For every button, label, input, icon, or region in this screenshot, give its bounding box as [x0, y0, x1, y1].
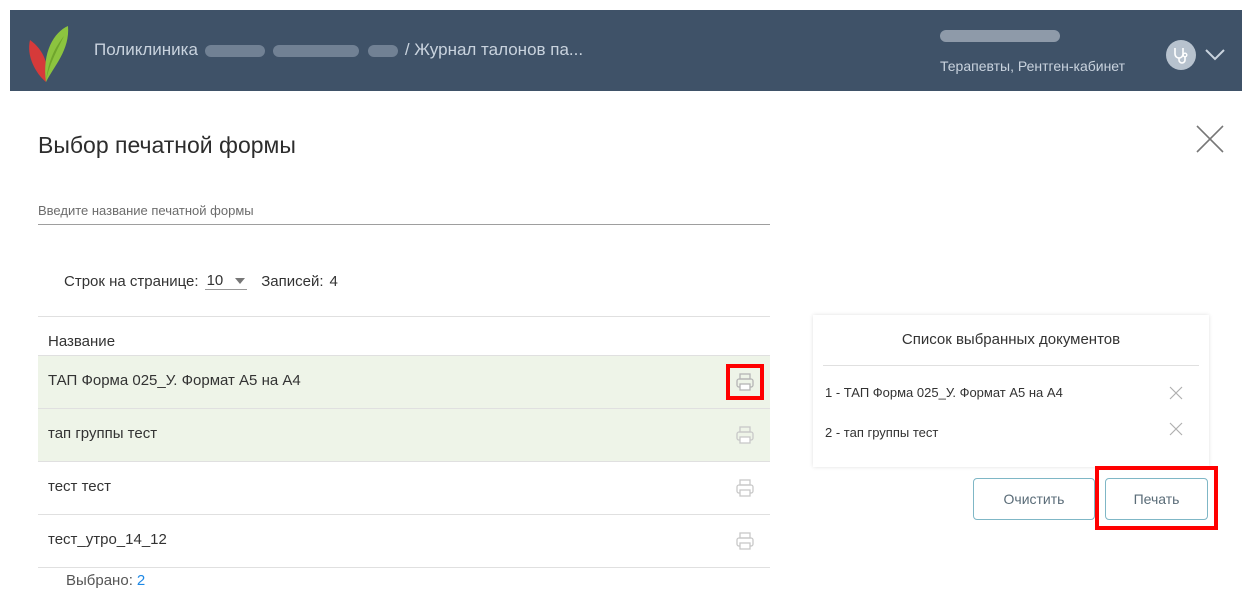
- redacted-text: [204, 44, 265, 57]
- table-header: Название: [38, 316, 770, 356]
- selected-document-item: 1 - ТАП Форма 025_У. Формат А5 на А4: [825, 385, 1063, 400]
- table-row[interactable]: тап группы тест: [38, 409, 770, 462]
- rows-per-page-select[interactable]: 10: [204, 272, 248, 290]
- avatar[interactable]: [1166, 40, 1196, 70]
- user-name-redacted: [940, 30, 1060, 42]
- search-input[interactable]: [38, 196, 770, 225]
- row-name: тест_утро_14_12: [48, 531, 167, 548]
- close-icon[interactable]: [1195, 124, 1225, 154]
- breadcrumb-current: / Журнал талонов па...: [404, 40, 584, 59]
- highlight-frame: [1095, 466, 1218, 530]
- remove-icon[interactable]: [1169, 422, 1183, 436]
- panel-title: Список выбранных документов: [901, 331, 1121, 348]
- breadcrumb-root[interactable]: Поликлиника: [94, 40, 198, 59]
- chevron-down-icon[interactable]: [1204, 48, 1226, 62]
- redacted-text: [368, 44, 399, 57]
- redacted-text: [273, 44, 360, 57]
- caret-down-icon: [235, 277, 246, 284]
- row-name: тест тест: [48, 478, 111, 495]
- user-role: Терапевты, Рентген-кабинет: [940, 58, 1126, 74]
- modal-title: Выбор печатной формы: [38, 132, 296, 158]
- highlight-frame: [726, 364, 764, 400]
- selected-count: Выбрано: 2: [66, 572, 145, 589]
- printer-icon[interactable]: [735, 531, 755, 551]
- records-label: Записей:: [261, 272, 324, 290]
- row-name: ТАП Форма 025_У. Формат А5 на А4: [48, 372, 301, 389]
- stethoscope-icon: [1174, 48, 1188, 64]
- printer-icon[interactable]: [735, 478, 755, 498]
- pagination-controls: Строк на странице: 10 Записей: 4: [64, 272, 338, 290]
- selected-document-item: 2 - тап группы тест: [825, 425, 939, 440]
- print-forms-table: Название ТАП Форма 025_У. Формат А5 на А…: [38, 316, 770, 568]
- rows-per-page-value: 10: [206, 272, 224, 289]
- table-row[interactable]: тест тест: [38, 462, 770, 515]
- printer-icon[interactable]: [735, 425, 755, 445]
- row-name: тап группы тест: [48, 425, 158, 442]
- selected-documents-panel: Список выбранных документов 1 - ТАП Форм…: [813, 315, 1209, 467]
- top-bar: Поликлиника / Журнал талонов па... Терап…: [10, 10, 1242, 91]
- rows-per-page-label: Строк на странице:: [64, 272, 199, 290]
- selected-label: Выбрано:: [66, 572, 133, 589]
- column-header-name: Название: [48, 333, 116, 350]
- remove-icon[interactable]: [1169, 386, 1183, 400]
- breadcrumb[interactable]: Поликлиника / Журнал талонов па...: [94, 40, 583, 60]
- divider: [823, 365, 1199, 366]
- records-count: 4: [329, 272, 338, 290]
- selected-count-value: 2: [136, 572, 146, 589]
- table-row[interactable]: тест_утро_14_12: [38, 515, 770, 568]
- clear-button[interactable]: Очистить: [973, 478, 1095, 520]
- table-row[interactable]: ТАП Форма 025_У. Формат А5 на А4: [38, 356, 770, 409]
- app-logo: [29, 26, 69, 82]
